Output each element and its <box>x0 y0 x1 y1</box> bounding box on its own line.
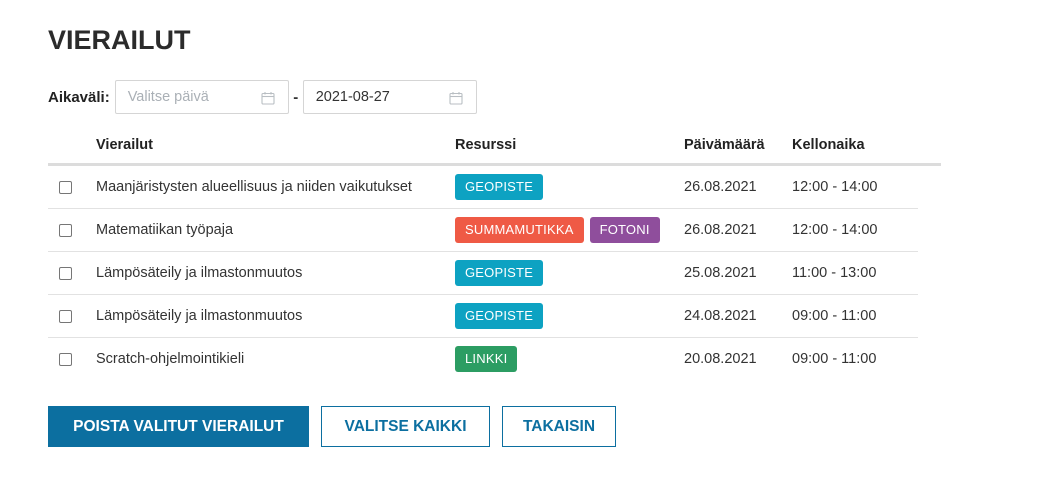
visit-resources: SUMMAMUTIKKA FOTONI <box>455 208 684 252</box>
table-row: Maanjäristysten alueellisuus ja niiden v… <box>48 164 941 209</box>
visit-time: 12:00 - 14:00 <box>792 164 918 209</box>
row-checkbox-cell <box>48 164 96 209</box>
row-checkbox-cell <box>48 294 96 338</box>
visit-name: Lämpösäteily ja ilmastonmuutos <box>96 251 455 295</box>
visit-time: 09:00 - 11:00 <box>792 294 918 338</box>
calendar-icon[interactable] <box>449 91 463 105</box>
visits-table: Vierailut Resurssi Päivämäärä Kellonaika… <box>48 126 941 380</box>
visit-name: Lämpösäteily ja ilmastonmuutos <box>96 294 455 338</box>
visit-date: 26.08.2021 <box>684 164 792 209</box>
visit-name: Scratch-ohjelmointikieli <box>96 351 245 367</box>
delete-selected-button[interactable]: POISTA VALITUT VIERAILUT <box>48 406 309 447</box>
resource-badge: SUMMAMUTIKKA <box>455 217 584 243</box>
action-buttons: POISTA VALITUT VIERAILUT VALITSE KAIKKI … <box>48 406 628 447</box>
date-range-label: Aikaväli: <box>48 88 110 106</box>
visit-name: Matematiikan työpaja <box>96 208 455 252</box>
visit-date: 26.08.2021 <box>684 208 792 252</box>
visit-time: 12:00 - 14:00 <box>792 208 918 252</box>
header-time: Kellonaika <box>792 126 918 166</box>
row-checkbox-cell <box>48 338 96 381</box>
visit-time: 11:00 - 13:00 <box>792 251 918 295</box>
end-date-input[interactable]: 2021-08-27 <box>302 80 477 114</box>
row-checkbox[interactable] <box>59 223 72 237</box>
header-spacer <box>918 126 941 166</box>
back-button[interactable]: TAKAISIN <box>502 406 616 447</box>
resource-badge: GEOPISTE <box>455 174 544 200</box>
header-visits: Vierailut <box>96 126 455 166</box>
header-date: Päivämäärä <box>684 126 792 166</box>
row-checkbox-cell <box>48 251 96 295</box>
visit-date: 25.08.2021 <box>684 251 792 295</box>
resource-badge: FOTONI <box>589 217 660 243</box>
row-checkbox[interactable] <box>59 352 72 366</box>
row-checkbox-cell <box>48 208 96 252</box>
visit-date: 24.08.2021 <box>684 294 792 338</box>
visit-name: Maanjäristysten alueellisuus ja niiden v… <box>96 164 455 209</box>
visits-page: VIERAILUT Aikaväli: Valitse päivä - 2021… <box>0 0 1055 485</box>
start-date-placeholder: Valitse päivä <box>127 89 209 105</box>
row-checkbox[interactable] <box>59 309 72 323</box>
header-checkbox-column <box>48 126 96 166</box>
date-range-separator: - <box>293 88 299 106</box>
visit-resources: GEOPISTE <box>455 164 684 209</box>
visit-time: 09:00 - 11:00 <box>792 351 877 367</box>
row-checkbox[interactable] <box>59 266 72 280</box>
start-date-input[interactable]: Valitse päivä <box>114 80 289 114</box>
date-range-filter: Aikaväli: Valitse päivä - 2021-08-27 <box>48 80 477 114</box>
table-row: Scratch-ohjelmointikieli LINKKI 20.08.2021… <box>48 338 941 381</box>
resource-badge: GEOPISTE <box>455 260 544 286</box>
calendar-icon[interactable] <box>261 91 275 105</box>
resource-badge: LINKKI <box>455 346 518 372</box>
visit-date: 20.08.2021 <box>684 351 757 367</box>
table-row: Lämpösäteily ja ilmastonmuutos GEOPISTE 24… <box>48 294 941 338</box>
end-date-value: 2021-08-27 <box>315 89 390 105</box>
visit-resources: GEOPISTE <box>455 294 684 338</box>
page-title: VIERAILUT <box>48 25 191 55</box>
visit-resources: GEOPISTE <box>455 251 684 295</box>
visits-table-body: Maanjäristysten alueellisuus ja niiden v… <box>48 164 941 381</box>
table-row: Matematiikan työpaja SUMMAMUTIKKA FOTONI 26… <box>48 208 941 252</box>
table-header-row: Vierailut Resurssi Päivämäärä Kellonaika <box>48 126 941 166</box>
resource-badge: GEOPISTE <box>455 303 544 329</box>
table-row: Lämpösäteily ja ilmastonmuutos GEOPISTE 25… <box>48 251 941 295</box>
visit-resources: LINKKI <box>455 338 684 381</box>
row-checkbox[interactable] <box>59 180 72 194</box>
select-all-button[interactable]: VALITSE KAIKKI <box>321 406 490 447</box>
header-resource: Resurssi <box>455 126 684 166</box>
